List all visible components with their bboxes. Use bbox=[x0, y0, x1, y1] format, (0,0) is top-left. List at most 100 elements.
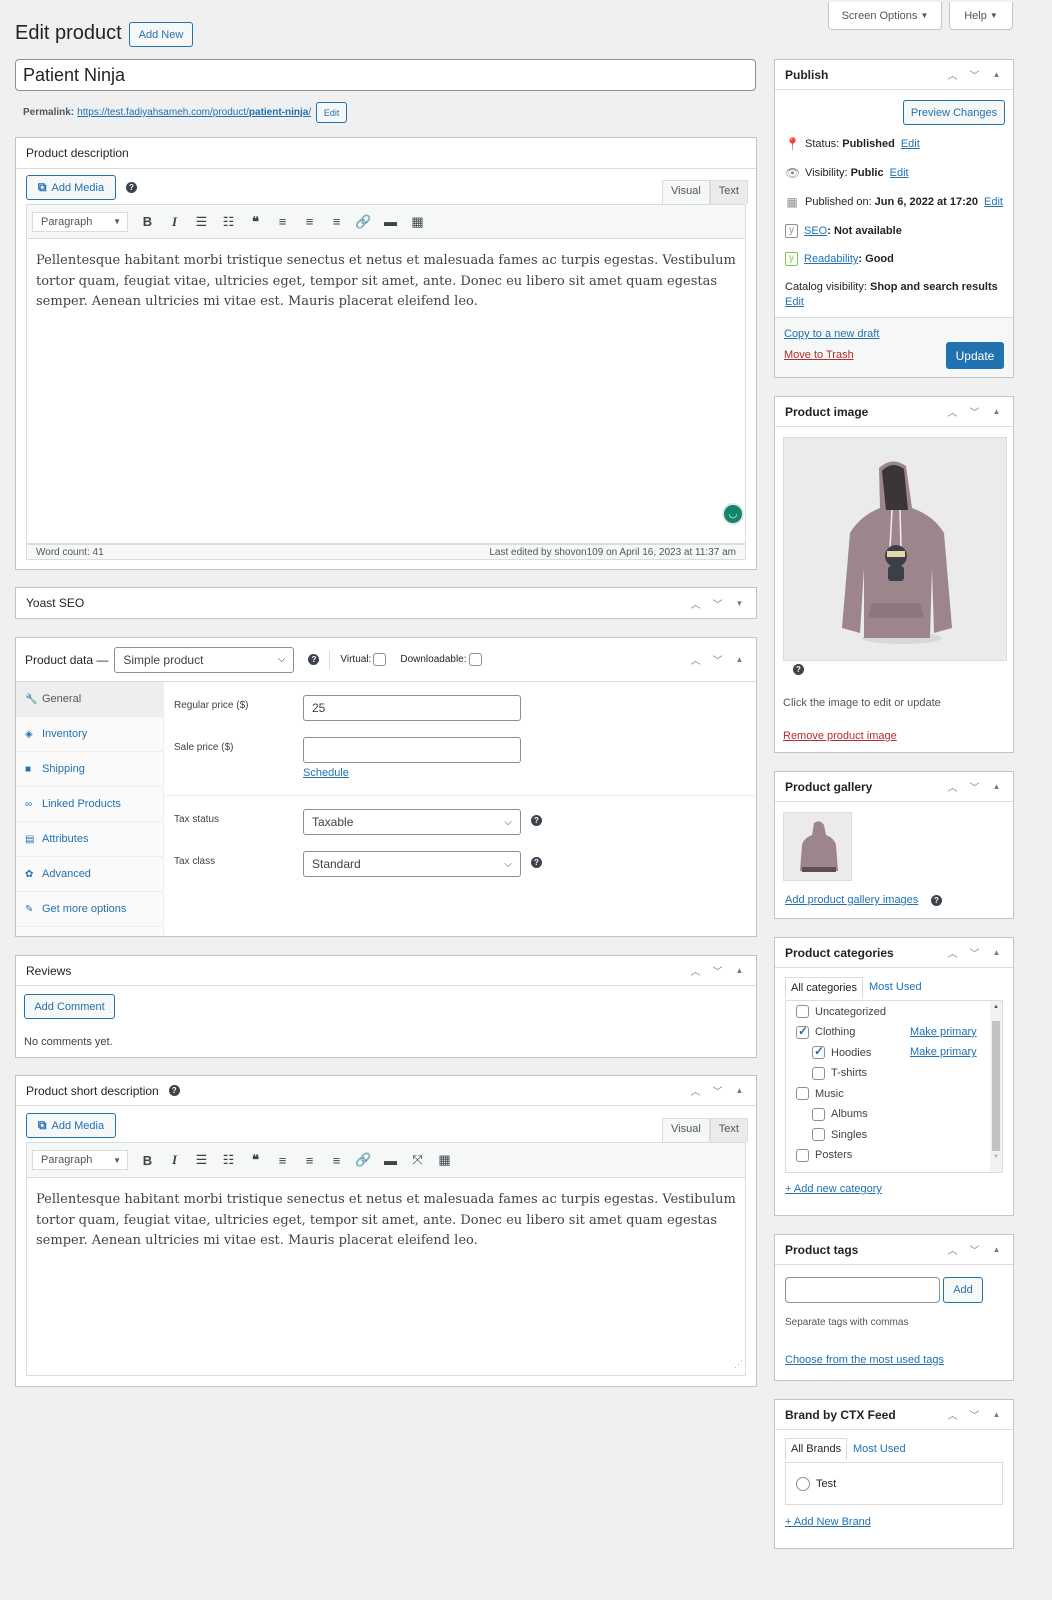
add-gallery-images-link[interactable]: Add product gallery images bbox=[785, 894, 918, 906]
toggle-panel-icon[interactable]: ▲ bbox=[990, 948, 1003, 957]
product-image[interactable] bbox=[783, 437, 1007, 661]
toggle-panel-icon[interactable]: ▲ bbox=[990, 70, 1003, 79]
make-primary-link[interactable]: Make primary bbox=[910, 1026, 977, 1038]
tab-inventory[interactable]: ◈ Inventory bbox=[16, 717, 163, 752]
regular-price-input[interactable]: 25 bbox=[303, 695, 521, 721]
scrollbar[interactable]: ▲ ▼ bbox=[990, 1001, 1002, 1172]
scroll-down-icon[interactable]: ▼ bbox=[990, 1151, 1002, 1163]
category-checkbox[interactable] bbox=[812, 1128, 825, 1141]
bullet-list-icon[interactable]: ☰ bbox=[188, 214, 215, 230]
toggle-panel-icon[interactable]: ▲ bbox=[990, 1410, 1003, 1419]
scroll-thumb[interactable] bbox=[992, 1021, 1000, 1151]
move-down-icon[interactable]: ﹀ bbox=[968, 1407, 981, 1422]
remove-product-image-link[interactable]: Remove product image bbox=[783, 730, 897, 742]
align-left-icon[interactable]: ≡ bbox=[269, 1153, 296, 1168]
tab-visual[interactable]: Visual bbox=[662, 180, 710, 204]
blockquote-icon[interactable]: ❝ bbox=[242, 214, 269, 230]
move-up-icon[interactable]: ︿ bbox=[946, 1242, 959, 1257]
move-up-icon[interactable]: ︿ bbox=[689, 963, 702, 978]
add-comment-button[interactable]: Add Comment bbox=[24, 994, 115, 1019]
format-select[interactable]: Paragraph ▼ bbox=[32, 211, 128, 232]
tab-text[interactable]: Text bbox=[709, 180, 748, 204]
toggle-panel-icon[interactable]: ▲ bbox=[733, 655, 746, 664]
move-up-icon[interactable]: ︿ bbox=[689, 652, 702, 667]
move-down-icon[interactable]: ﹀ bbox=[711, 596, 724, 611]
status-edit-link[interactable]: Edit bbox=[901, 138, 920, 150]
numbered-list-icon[interactable]: ☷ bbox=[215, 1152, 242, 1168]
tab-attributes[interactable]: ▤ Attributes bbox=[16, 822, 163, 857]
category-checkbox[interactable] bbox=[796, 1005, 809, 1018]
grammarly-icon[interactable]: ◡ bbox=[722, 503, 744, 525]
tax-status-select[interactable]: Taxable ⌵ bbox=[303, 809, 521, 835]
add-media-button[interactable]: ⧉ Add Media bbox=[26, 175, 116, 200]
toggle-panel-icon[interactable]: ▲ bbox=[733, 966, 746, 975]
help-icon[interactable]: ? bbox=[531, 857, 542, 868]
toolbar-toggle-icon[interactable]: ▦ bbox=[431, 1152, 458, 1168]
italic-icon[interactable]: I bbox=[161, 1152, 188, 1168]
fullscreen-icon[interactable]: ⤧ bbox=[404, 1152, 431, 1168]
brand-radio[interactable] bbox=[796, 1477, 810, 1491]
bullet-list-icon[interactable]: ☰ bbox=[188, 1152, 215, 1168]
move-down-icon[interactable]: ﹀ bbox=[968, 945, 981, 960]
choose-most-used-tags-link[interactable]: Choose from the most used tags bbox=[785, 1354, 944, 1366]
help-icon[interactable]: ? bbox=[793, 664, 804, 675]
product-title-input[interactable] bbox=[15, 59, 756, 91]
align-center-icon[interactable]: ≡ bbox=[296, 1153, 323, 1168]
add-tag-button[interactable]: Add bbox=[943, 1277, 983, 1303]
tab-all-categories[interactable]: All categories bbox=[785, 977, 864, 999]
bold-icon[interactable]: B bbox=[134, 1153, 161, 1168]
align-right-icon[interactable]: ≡ bbox=[323, 214, 350, 229]
toggle-panel-icon[interactable]: ▲ bbox=[990, 407, 1003, 416]
blockquote-icon[interactable]: ❝ bbox=[242, 1152, 269, 1168]
toggle-panel-icon[interactable]: ▼ bbox=[733, 599, 746, 608]
tab-advanced[interactable]: ✿ Advanced bbox=[16, 857, 163, 892]
format-select[interactable]: Paragraph ▼ bbox=[32, 1150, 128, 1170]
move-up-icon[interactable]: ︿ bbox=[946, 404, 959, 419]
sale-price-input[interactable] bbox=[303, 737, 521, 763]
tab-brand-most-used[interactable]: Most Used bbox=[853, 1443, 906, 1455]
tab-shipping[interactable]: ■ Shipping bbox=[16, 752, 163, 787]
move-down-icon[interactable]: ﹀ bbox=[968, 404, 981, 419]
move-up-icon[interactable]: ︿ bbox=[946, 67, 959, 82]
category-checkbox[interactable] bbox=[812, 1066, 825, 1080]
move-up-icon[interactable]: ︿ bbox=[946, 945, 959, 960]
tab-get-more-options[interactable]: ✎ Get more options bbox=[16, 892, 163, 927]
move-up-icon[interactable]: ︿ bbox=[689, 596, 702, 611]
tax-class-select[interactable]: Standard ⌵ bbox=[303, 851, 521, 877]
move-down-icon[interactable]: ﹀ bbox=[968, 67, 981, 82]
numbered-list-icon[interactable]: ☷ bbox=[215, 214, 242, 230]
permalink-edit-button[interactable]: Edit bbox=[316, 102, 348, 123]
tab-general[interactable]: 🔧 General bbox=[16, 682, 163, 717]
schedule-link[interactable]: Schedule bbox=[303, 767, 349, 779]
catalog-edit-link[interactable]: Edit bbox=[785, 296, 804, 308]
permalink-link[interactable]: https://test.fadiyahsameh.com/product/pa… bbox=[77, 107, 311, 118]
align-center-icon[interactable]: ≡ bbox=[296, 214, 323, 229]
move-down-icon[interactable]: ﹀ bbox=[968, 1242, 981, 1257]
move-down-icon[interactable]: ﹀ bbox=[711, 1083, 724, 1098]
help-icon[interactable]: ? bbox=[308, 654, 320, 665]
help-icon[interactable]: ? bbox=[126, 182, 137, 193]
scroll-up-icon[interactable]: ▲ bbox=[990, 1001, 1002, 1013]
category-checkbox[interactable] bbox=[812, 1044, 825, 1059]
tab-all-brands[interactable]: All Brands bbox=[785, 1438, 848, 1460]
link-icon[interactable]: 🔗 bbox=[350, 214, 377, 230]
seo-link[interactable]: SEO bbox=[804, 225, 827, 237]
update-button[interactable]: Update bbox=[946, 342, 1004, 369]
category-checkbox[interactable] bbox=[796, 1087, 809, 1100]
tag-input[interactable] bbox=[785, 1277, 940, 1303]
toggle-panel-icon[interactable]: ▲ bbox=[990, 782, 1003, 791]
add-new-brand-link[interactable]: + Add New Brand bbox=[785, 1516, 871, 1528]
align-left-icon[interactable]: ≡ bbox=[269, 214, 296, 229]
move-up-icon[interactable]: ︿ bbox=[946, 1407, 959, 1422]
virtual-checkbox[interactable] bbox=[373, 653, 387, 666]
bold-icon[interactable]: B bbox=[134, 214, 161, 229]
move-up-icon[interactable]: ︿ bbox=[946, 779, 959, 794]
help-icon[interactable]: ? bbox=[168, 1085, 180, 1096]
published-edit-link[interactable]: Edit bbox=[984, 196, 1003, 208]
gallery-thumbnail[interactable] bbox=[783, 812, 852, 881]
add-new-button[interactable]: Add New bbox=[129, 22, 193, 47]
add-new-category-link[interactable]: + Add new category bbox=[785, 1183, 882, 1195]
readability-link[interactable]: Readability bbox=[804, 253, 858, 265]
move-to-trash-link[interactable]: Move to Trash bbox=[784, 349, 854, 361]
tab-linked-products[interactable]: ∞ Linked Products bbox=[16, 787, 163, 822]
